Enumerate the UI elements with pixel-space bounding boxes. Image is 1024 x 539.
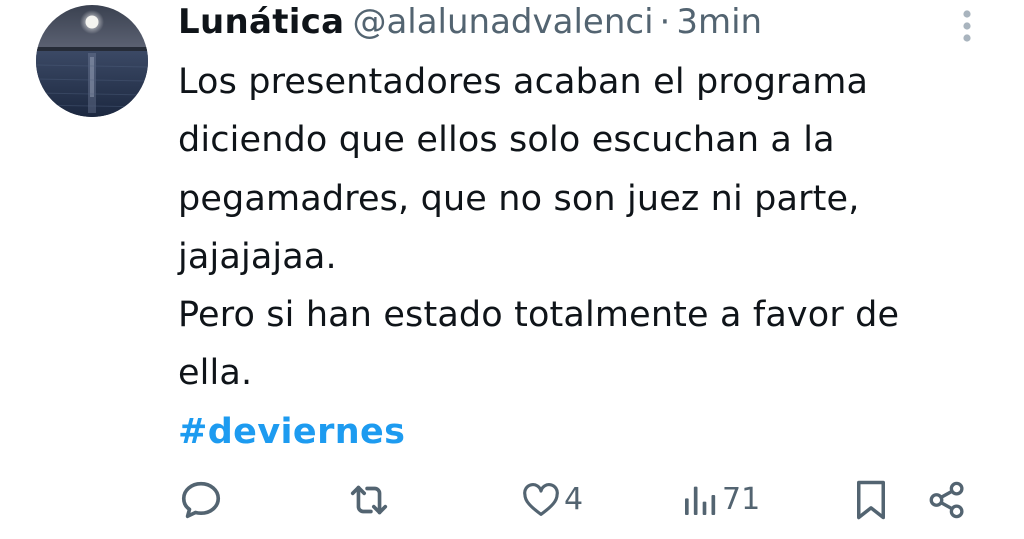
tweet-text-line: jajajajaa. [178, 236, 337, 277]
reply-icon [181, 481, 221, 519]
bookmark-icon [857, 480, 885, 520]
tweet-text-line: ella. [178, 353, 253, 394]
retweet-icon [350, 485, 388, 515]
tweet-actions: 4 71 [0, 470, 1024, 530]
more-options-button[interactable] [954, 6, 980, 46]
author-handle[interactable]: @alalunadvalenci [352, 2, 653, 42]
share-icon [929, 481, 964, 519]
share-button[interactable] [926, 470, 968, 530]
reply-button[interactable] [178, 470, 226, 530]
hashtag-link[interactable]: #deviernes [178, 403, 998, 461]
tweet-text: Los presentadores acaban el programa dic… [178, 53, 998, 461]
tweet-text-line: diciendo que ellos solo escuchan a la [178, 120, 835, 161]
author-display-name[interactable]: Lunática [178, 2, 344, 42]
heart-icon [523, 483, 559, 516]
views-count: 71 [722, 482, 761, 517]
tweet-text-line: pegamadres, que no son juez ni parte, [178, 178, 860, 219]
bookmark-button[interactable] [850, 470, 892, 530]
tweet-header: Lunática @alalunadvalenci · 3min [178, 0, 958, 46]
views-button[interactable]: 71 [680, 470, 760, 530]
views-icon [685, 486, 716, 515]
tweet-text-line: Los presentadores acaban el programa [178, 62, 869, 102]
tweet-timestamp[interactable]: 3min [676, 2, 762, 42]
more-vertical-icon [963, 10, 971, 42]
separator-dot: · [659, 2, 671, 42]
avatar[interactable] [36, 5, 148, 117]
tweet-text-line: Pero si han estado totalmente a favor de [178, 295, 900, 336]
moon-over-sea-avatar [36, 5, 148, 117]
retweet-button[interactable] [346, 470, 394, 530]
like-button[interactable]: 4 [520, 470, 583, 530]
like-count: 4 [564, 482, 584, 517]
